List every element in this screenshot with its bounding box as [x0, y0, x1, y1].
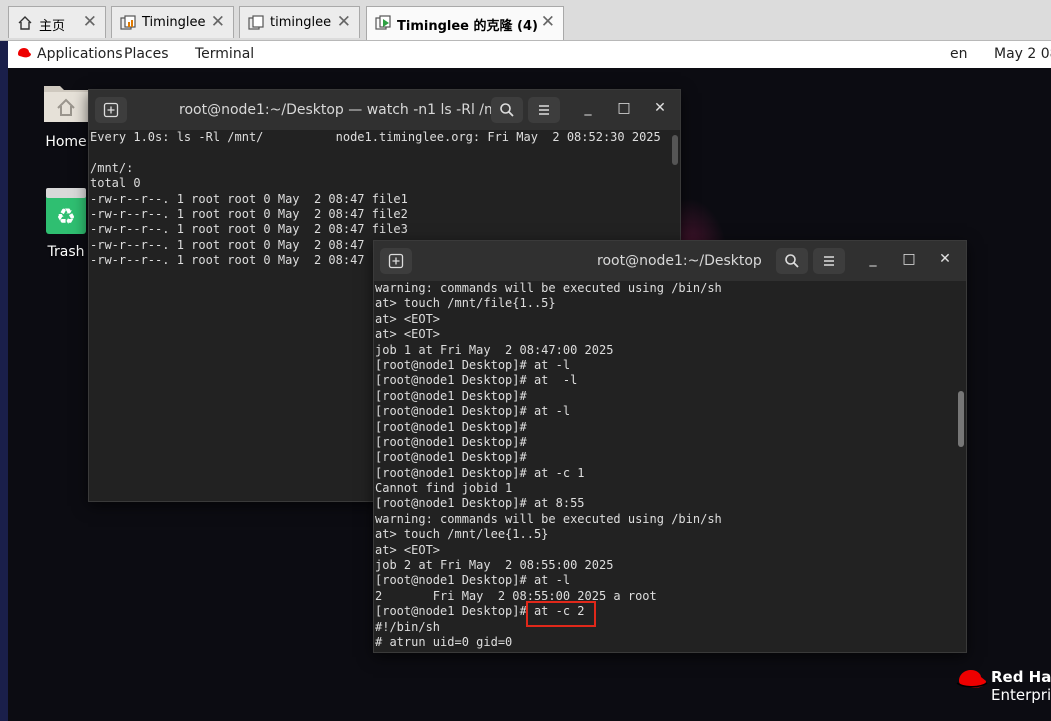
- terminal-line: job 1 at Fri May 2 08:47:00 2025: [375, 342, 614, 357]
- tab-home[interactable]: 主页 ✕: [8, 6, 106, 38]
- terminal-line: total 0: [90, 176, 141, 191]
- terminal-line: # atrun uid=0 gid=0: [375, 634, 513, 649]
- close-icon[interactable]: ✕: [650, 100, 670, 116]
- tab-label: timinglee: [270, 15, 332, 30]
- minimize-icon[interactable]: _: [578, 100, 598, 116]
- trash-icon: ♻: [42, 188, 90, 240]
- terminal-header: root@node1:~/Desktop — watch -n1 ls -Rl …: [89, 90, 680, 130]
- scrollbar[interactable]: [672, 135, 678, 165]
- terminal-line: [root@node1 Desktop]# at -l: [375, 573, 571, 588]
- close-icon[interactable]: ✕: [337, 12, 351, 32]
- vm-clone-icon: [248, 15, 264, 31]
- svg-text:♻: ♻: [56, 205, 76, 230]
- terminal-title: root@node1:~/Desktop — watch -n1 ls -Rl …: [179, 102, 517, 118]
- close-icon[interactable]: ✕: [211, 12, 225, 32]
- redhat-hat-icon: [16, 46, 32, 60]
- terminal-line: at> <EOT>: [375, 311, 441, 326]
- gnome-top-bar: Applications Places Terminal en May 2 08: [8, 41, 1051, 68]
- terminal-line: warning: commands will be executed using…: [375, 511, 722, 526]
- terminal-line: [root@node1 Desktop]#: [375, 388, 527, 403]
- terminal-window-shell[interactable]: root@node1:~/Desktop _ □ ✕ warning: comm…: [373, 240, 967, 653]
- tab-label: Timinglee: [142, 15, 206, 30]
- places-menu[interactable]: Places: [124, 46, 169, 62]
- terminal-line: [root@node1 Desktop]# at -l: [375, 404, 571, 419]
- terminal-line: -rw-r--r--. 1 root root 0 May 2 08:47 fi…: [90, 191, 408, 206]
- tab-label: Timinglee 的克隆 (4): [397, 19, 538, 34]
- search-button[interactable]: [776, 248, 808, 274]
- menu-button[interactable]: [813, 248, 845, 274]
- terminal-header: root@node1:~/Desktop _ □ ✕: [374, 241, 966, 281]
- tab-timinglee-clone-4[interactable]: Timinglee 的克隆 (4) ✕: [366, 6, 564, 40]
- terminal-line: 2 Fri May 2 08:55:00 2025 a root: [375, 588, 657, 603]
- folder-home-icon: [42, 86, 90, 130]
- terminal-line: warning: commands will be executed using…: [375, 281, 722, 295]
- terminal-line: Cannot find jobid 1: [375, 481, 513, 496]
- redhat-logo: Red Hat Enterprise: [956, 666, 1051, 704]
- terminal-line: /mnt/:: [90, 160, 134, 175]
- tab-timinglee-2[interactable]: timinglee ✕: [239, 6, 360, 38]
- terminal-line: [root@node1 Desktop]#: [375, 450, 527, 465]
- applications-menu[interactable]: Applications: [37, 46, 123, 62]
- terminal-line: -rw-r--r--. 1 root root 0 May 2 08:47 fi…: [90, 222, 408, 237]
- vm-left-edge: [0, 41, 8, 721]
- terminal-app-menu[interactable]: Terminal: [195, 46, 254, 62]
- terminal-line: [root@node1 Desktop]#: [375, 434, 527, 449]
- clock[interactable]: May 2 08: [994, 46, 1051, 62]
- terminal-line: #!/bin/sh: [375, 619, 441, 634]
- tab-timinglee[interactable]: Timinglee ✕: [111, 6, 234, 38]
- close-icon[interactable]: ✕: [541, 12, 555, 32]
- maximize-icon[interactable]: □: [614, 100, 634, 116]
- input-language[interactable]: en: [950, 46, 968, 62]
- terminal-line: at> touch /mnt/lee{1..5}: [375, 527, 549, 542]
- terminal-line: at> <EOT>: [375, 327, 441, 342]
- desktop: Home ♻ Trash root@node1:~/Desktop — watc…: [8, 68, 1051, 721]
- terminal-line: [root@node1 Desktop]# at -c 2: [375, 604, 585, 619]
- highlight-box: [526, 601, 596, 627]
- minimize-icon[interactable]: _: [863, 251, 883, 267]
- terminal-line: at> touch /mnt/file{1..5}: [375, 296, 556, 311]
- redhat-hat-icon: [956, 670, 988, 688]
- new-tab-button[interactable]: [95, 97, 127, 123]
- brand-line-1: Red Hat: [991, 668, 1051, 686]
- terminal-output[interactable]: warning: commands will be executed using…: [374, 281, 966, 652]
- close-icon[interactable]: ✕: [83, 12, 97, 32]
- new-tab-button[interactable]: [380, 248, 412, 274]
- search-button[interactable]: [491, 97, 523, 123]
- terminal-line: -rw-r--r--. 1 root root 0 May 2 08:47 fi…: [90, 206, 408, 221]
- terminal-line: job 2 at Fri May 2 08:55:00 2025: [375, 558, 614, 573]
- terminal-line: [root@node1 Desktop]# at -l: [375, 373, 578, 388]
- terminal-title: root@node1:~/Desktop: [597, 253, 762, 269]
- terminal-line: at> <EOT>: [375, 542, 441, 557]
- terminal-line: Every 1.0s: ls -Rl /mnt/ node1.timinglee…: [90, 130, 661, 144]
- maximize-icon[interactable]: □: [899, 251, 919, 267]
- scrollbar[interactable]: [958, 391, 964, 447]
- menu-button[interactable]: [528, 97, 560, 123]
- terminal-line: [root@node1 Desktop]# at 8:55: [375, 496, 585, 511]
- home-icon: [17, 15, 33, 31]
- terminal-line: [root@node1 Desktop]#: [375, 419, 527, 434]
- tab-label: 主页: [39, 19, 66, 34]
- terminal-line: [root@node1 Desktop]# at -c 1: [375, 465, 585, 480]
- vm-running-icon: [375, 15, 391, 31]
- brand-line-2: Enterprise: [991, 686, 1051, 704]
- terminal-line: [root@node1 Desktop]# at -l: [375, 357, 571, 372]
- close-icon[interactable]: ✕: [935, 251, 955, 267]
- vm-tab-strip: 主页 ✕ Timinglee ✕ timinglee ✕ Timinglee 的…: [0, 0, 1051, 41]
- vm-icon: [120, 15, 136, 31]
